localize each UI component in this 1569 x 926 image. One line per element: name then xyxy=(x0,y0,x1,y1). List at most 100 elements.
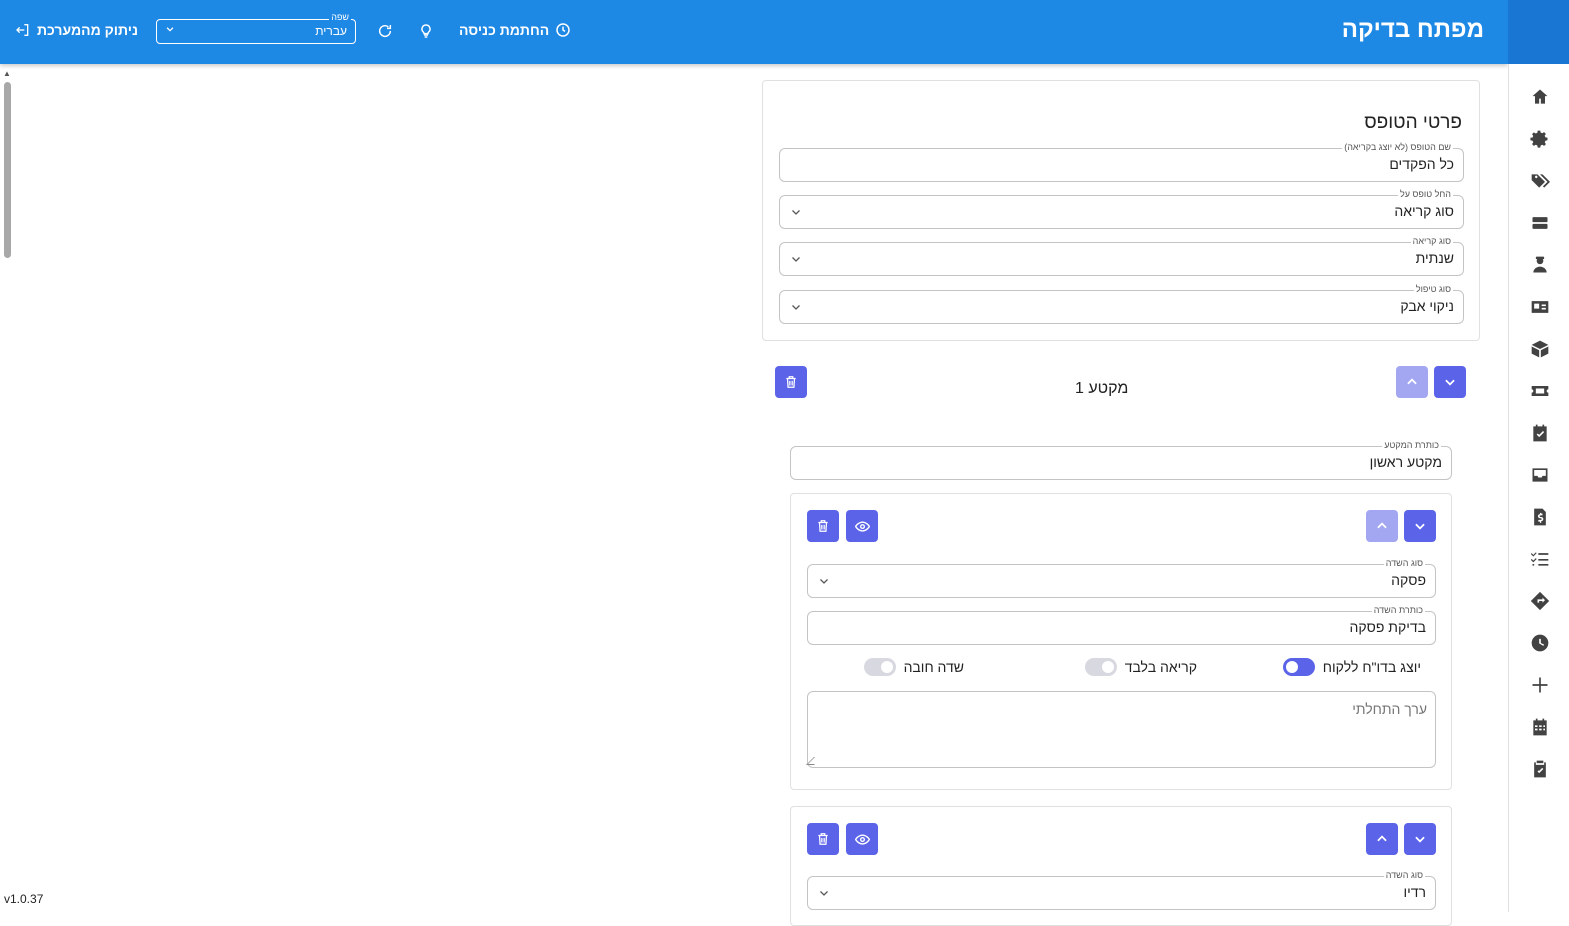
apply-on-value: סוג קריאה xyxy=(1394,203,1454,219)
section-header-label: כותרת המקטע xyxy=(1382,440,1441,450)
plus-icon[interactable] xyxy=(1530,675,1550,695)
field-type-select[interactable]: סוג השדה פסקה xyxy=(807,558,1436,598)
preview-field-button[interactable] xyxy=(846,823,878,855)
trash-icon xyxy=(786,376,796,388)
logout-label: ניתוק מהמערכת xyxy=(37,22,139,38)
delete-field-button[interactable] xyxy=(807,510,839,542)
apply-on-select[interactable]: החל טופס על סוג קריאה xyxy=(779,189,1464,229)
chevron-down-icon xyxy=(820,891,828,896)
inbox-icon[interactable] xyxy=(1530,465,1550,485)
directions-icon[interactable] xyxy=(1530,591,1550,611)
version-label: v1.0.37 xyxy=(4,892,44,906)
show-in-report-switch[interactable] xyxy=(1282,658,1315,676)
eye-icon xyxy=(854,833,870,845)
ticket-icon[interactable] xyxy=(1530,381,1550,401)
default-value-textarea[interactable]: ערך התחלתי xyxy=(806,691,1436,768)
sidebar-corner xyxy=(1508,0,1569,64)
chevron-down-icon xyxy=(792,257,800,262)
move-field-down-button[interactable] xyxy=(1404,823,1436,855)
clock-icon[interactable] xyxy=(1530,633,1550,653)
invoice-icon[interactable] xyxy=(1530,507,1550,527)
delete-section-button[interactable] xyxy=(775,366,807,398)
clock-in-label: החתמת כניסה xyxy=(459,22,550,38)
language-label: שפה xyxy=(329,12,351,22)
form-name-value: כל הפקדים xyxy=(1389,156,1454,172)
move-section-up-button[interactable] xyxy=(1396,366,1428,398)
calendar-icon[interactable] xyxy=(1530,717,1550,737)
form-details-title: פרטי הטופס xyxy=(1364,112,1462,133)
field-type-label: סוג השדה xyxy=(1383,558,1425,568)
scroll-up-arrow-icon[interactable]: ▲ xyxy=(3,69,11,78)
task-check-icon[interactable] xyxy=(1530,423,1550,443)
tags-icon[interactable] xyxy=(1530,171,1550,191)
chevron-down-icon xyxy=(820,579,828,584)
apply-on-label: החל טופס על xyxy=(1397,189,1453,199)
chevron-up-icon xyxy=(1377,522,1387,529)
chevron-down-icon xyxy=(792,305,800,310)
field-card: סוג השדה רדיו xyxy=(790,806,1452,926)
scrollbar[interactable]: ▲ xyxy=(0,64,15,912)
checklist-icon[interactable] xyxy=(1530,549,1550,569)
clock-icon xyxy=(556,23,570,37)
clock-in-button[interactable]: החתמת כניסה xyxy=(459,22,571,38)
section-header-value: מקטע ראשון xyxy=(1369,454,1442,470)
show-in-report-label: יוצג בדו"ח ללקוח xyxy=(1322,659,1421,675)
field-type-select[interactable]: סוג השדה רדיו xyxy=(807,870,1436,910)
trash-icon xyxy=(818,520,828,532)
read-only-toggle[interactable]: קריאה בלבד xyxy=(1084,658,1197,676)
app-title: מפתח בדיקה xyxy=(1341,16,1484,43)
field-title-value: בדיקת פסקה xyxy=(1349,619,1426,635)
move-field-down-button[interactable] xyxy=(1404,510,1436,542)
field-type-value: רדיו xyxy=(1403,884,1426,900)
logout-icon xyxy=(16,24,29,36)
box-icon[interactable] xyxy=(1530,339,1550,359)
field-card: סוג השדה פסקה כותרת השדה בדיקת פסקה יוצג… xyxy=(790,493,1452,790)
chevron-down-icon xyxy=(1415,836,1425,843)
trash-icon xyxy=(818,833,828,845)
field-type-value: פסקה xyxy=(1391,572,1426,588)
required-toggle[interactable]: שדה חובה xyxy=(863,658,964,676)
move-field-up-button[interactable] xyxy=(1366,823,1398,855)
storage-icon[interactable] xyxy=(1530,213,1550,233)
language-select[interactable]: שפה עברית xyxy=(156,12,356,44)
move-section-down-button[interactable] xyxy=(1434,366,1466,398)
default-value-placeholder: ערך התחלתי xyxy=(1352,701,1427,717)
chevron-up-icon xyxy=(1407,378,1417,385)
top-app-bar: מפתח בדיקה ניתוק מהמערכת שפה עברית החתמת… xyxy=(0,0,1508,64)
resize-handle[interactable] xyxy=(806,757,822,765)
sidebar xyxy=(1508,64,1569,912)
form-name-field[interactable]: שם הטופס (לא יוצג בקריאה) כל הפקדים xyxy=(779,142,1464,182)
settings-icon[interactable] xyxy=(1530,129,1550,149)
required-switch[interactable] xyxy=(863,658,896,676)
chevron-down-icon xyxy=(1415,523,1425,530)
refresh-icon[interactable] xyxy=(377,22,393,40)
field-title-label: כותרת השדה xyxy=(1371,605,1425,615)
show-in-report-toggle[interactable]: יוצג בדו"ח ללקוח xyxy=(1282,658,1421,676)
treatment-type-label: סוג טיפול xyxy=(1413,284,1453,294)
eye-icon xyxy=(854,520,870,532)
home-icon[interactable] xyxy=(1530,87,1550,107)
logout-button[interactable]: ניתוק מהמערכת xyxy=(15,22,138,38)
worker-icon[interactable] xyxy=(1530,255,1550,275)
chevron-down-icon xyxy=(166,27,174,32)
clipboard-check-icon[interactable] xyxy=(1530,759,1550,779)
section-header-field[interactable]: כותרת המקטע מקטע ראשון xyxy=(790,440,1452,480)
delete-field-button[interactable] xyxy=(807,823,839,855)
call-type-select[interactable]: סוג קריאה שנתית xyxy=(779,236,1464,276)
treatment-type-value: ניקוי אבק xyxy=(1400,298,1454,314)
form-details-panel: פרטי הטופס שם הטופס (לא יוצג בקריאה) כל … xyxy=(762,80,1480,341)
read-only-label: קריאה בלבד xyxy=(1124,659,1197,675)
move-field-up-button[interactable] xyxy=(1366,510,1398,542)
language-value: עברית xyxy=(315,24,347,38)
scroll-thumb[interactable] xyxy=(4,82,11,258)
chevron-up-icon xyxy=(1377,835,1387,842)
field-title-input[interactable]: כותרת השדה בדיקת פסקה xyxy=(807,605,1436,645)
read-only-switch[interactable] xyxy=(1084,658,1117,676)
treatment-type-select[interactable]: סוג טיפול ניקוי אבק xyxy=(779,284,1464,324)
lightbulb-icon[interactable] xyxy=(418,22,434,40)
preview-field-button[interactable] xyxy=(846,510,878,542)
id-card-icon[interactable] xyxy=(1530,297,1550,317)
call-type-label: סוג קריאה xyxy=(1410,236,1453,246)
field-type-label: סוג השדה xyxy=(1383,870,1425,880)
section-title: מקטע 1 xyxy=(1075,380,1129,397)
